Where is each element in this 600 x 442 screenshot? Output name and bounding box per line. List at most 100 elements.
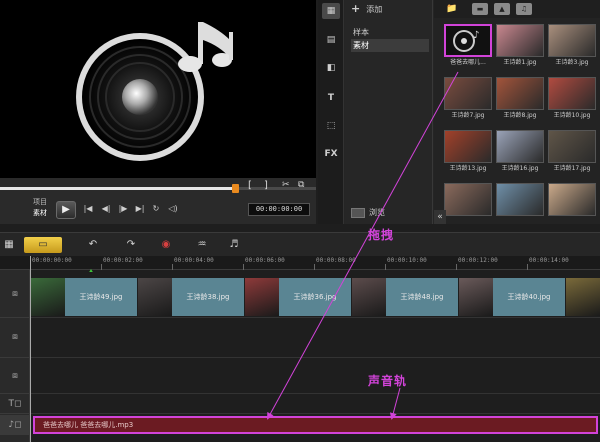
- video-clip[interactable]: 王诗龄40.jpg: [459, 278, 566, 316]
- thumbnail-caption: 王诗龄16.jpg: [501, 165, 539, 172]
- redo-icon[interactable]: ↷: [124, 237, 138, 253]
- library-photo-item[interactable]: [496, 183, 544, 216]
- library-photo-item[interactable]: 王诗龄3.jpg: [548, 24, 596, 67]
- ruler-tick-label: 00:00:10:00: [387, 257, 427, 264]
- folder-item-sample[interactable]: 样本: [351, 26, 429, 39]
- next-frame-icon[interactable]: |▶: [117, 203, 129, 215]
- ruler-tick: [385, 264, 386, 270]
- video-clip-thumbnail: [459, 278, 493, 316]
- library-photo-item[interactable]: 王诗龄16.jpg: [496, 130, 544, 173]
- library-photo-item[interactable]: 王诗龄17.jpg: [548, 130, 596, 173]
- timeline-ruler[interactable]: 00:00:00:00 00:00:02:00 00:00:04:00 00:00:0…: [0, 256, 600, 270]
- browse-button[interactable]: 浏览: [351, 206, 385, 220]
- overlay-track-icon-2: ⧈: [12, 371, 18, 381]
- sound-mixer-icon[interactable]: ♒: [194, 237, 210, 253]
- ruler-tick-label: 00:00:08:00: [316, 257, 356, 264]
- thumbnail-caption: 王诗龄17.jpg: [553, 165, 591, 172]
- overlay-track-header-2[interactable]: ⧈: [0, 358, 30, 394]
- video-clip[interactable]: 王诗龄49.jpg: [31, 278, 138, 316]
- overlay-track-header[interactable]: ⧈: [0, 318, 30, 358]
- playhead[interactable]: [30, 256, 31, 442]
- ruler-tick: [172, 264, 173, 270]
- collapse-library-button[interactable]: «: [434, 210, 446, 224]
- video-clip-thumbnail: [352, 278, 386, 316]
- repeat-icon[interactable]: ↻: [150, 203, 162, 215]
- browse-icon: [351, 207, 365, 218]
- instant-project-icon[interactable]: ▤: [322, 32, 340, 48]
- library-music-item[interactable]: ♪ 爸爸去哪儿...: [444, 24, 492, 67]
- preview-seekbar[interactable]: [0, 183, 316, 193]
- title-track-header[interactable]: T◻: [0, 394, 30, 414]
- music-track-icon: ♪◻: [8, 420, 22, 430]
- ruler-tick-label: 00:00:00:00: [32, 257, 72, 264]
- enlarge-icon[interactable]: ⧉: [298, 180, 304, 190]
- folder-item-clips[interactable]: 素材: [351, 39, 429, 52]
- library-photo-item[interactable]: 王诗龄10.jpg: [548, 77, 596, 120]
- overlay-track-2[interactable]: [31, 358, 600, 394]
- home-icon[interactable]: |◀: [82, 203, 94, 215]
- video-clip-thumbnail: [31, 278, 65, 316]
- video-clip[interactable]: 王诗龄36.jpg: [245, 278, 352, 316]
- ruler-tick: [314, 264, 315, 270]
- transition-icon[interactable]: ◧: [322, 60, 340, 76]
- overlay-track[interactable]: [31, 318, 600, 358]
- media-tool-icon[interactable]: ▦: [322, 3, 340, 19]
- library-photo-item[interactable]: [444, 183, 492, 216]
- library-photo-item[interactable]: 王诗龄8.jpg: [496, 77, 544, 120]
- undo-icon[interactable]: ↶: [86, 237, 100, 253]
- video-track-header[interactable]: ⧈: [0, 270, 30, 318]
- mode-project[interactable]: 项目: [33, 197, 47, 207]
- thumbnail-caption: 王诗龄13.jpg: [449, 165, 487, 172]
- music-disc-icon: [76, 22, 233, 161]
- record-icon[interactable]: ◉: [158, 237, 174, 253]
- library-photo-item[interactable]: 王诗龄7.jpg: [444, 77, 492, 120]
- music-note-icon: [178, 22, 233, 72]
- storyboard-view-icon[interactable]: ▦: [2, 237, 16, 253]
- volume-icon[interactable]: ◁): [167, 203, 179, 215]
- timecode-display[interactable]: 00:00:00:00: [248, 203, 310, 216]
- mark-in-button[interactable]: [: [248, 180, 252, 191]
- ruler-tick: [101, 264, 102, 270]
- timeline-view-button[interactable]: ▭: [24, 237, 62, 253]
- add-folder-button[interactable]: + 添加: [351, 3, 382, 15]
- video-filter-icon[interactable]: ▬: [472, 3, 488, 15]
- video-clip-label: 王诗龄48.jpg: [386, 278, 458, 316]
- preview-controls: 项目 素材 ▶ |◀ ◀| |▶ ▶| ↻ ◁) 00:00:00:00: [0, 195, 316, 223]
- music-track-header[interactable]: ♪◻: [0, 415, 30, 435]
- video-track-icon: ⧈: [12, 289, 18, 299]
- folder-icon[interactable]: 📁: [444, 3, 460, 15]
- play-button[interactable]: ▶: [56, 201, 76, 219]
- library-toolbar: ▦ ▤ ◧ T ⬚ FX: [318, 0, 344, 224]
- timeline-toolbar: ▦ ▭ ↶ ↷ ◉ ♒ ♬: [0, 232, 600, 256]
- add-folder-label: 添加: [366, 5, 383, 14]
- thumbnail-image: [444, 77, 492, 110]
- mark-out-button[interactable]: ]: [264, 180, 268, 191]
- audio-clip[interactable]: 爸爸去哪儿 爸爸去哪儿.mp3: [33, 416, 598, 434]
- video-clip-thumbnail: [138, 278, 172, 316]
- graphics-tool-icon[interactable]: ⬚: [322, 118, 340, 134]
- audio-filter-icon[interactable]: ♫: [516, 3, 532, 15]
- video-clip[interactable]: 王诗龄38.jpg: [138, 278, 245, 316]
- filter-tool-icon[interactable]: FX: [322, 146, 340, 162]
- library-photo-item[interactable]: 王诗龄1.jpg: [496, 24, 544, 67]
- library-photo-item[interactable]: 王诗龄13.jpg: [444, 130, 492, 173]
- title-track[interactable]: [31, 394, 600, 414]
- seek-handle[interactable]: [232, 184, 239, 193]
- library-photo-item[interactable]: [548, 183, 596, 216]
- title-tool-icon[interactable]: T: [322, 90, 340, 106]
- auto-music-icon[interactable]: ♬: [226, 237, 242, 253]
- cut-icon[interactable]: ✂: [282, 180, 290, 190]
- ruler-tick-label: 00:00:04:00: [174, 257, 214, 264]
- preview-screen: [0, 0, 316, 178]
- end-icon[interactable]: ▶|: [134, 203, 146, 215]
- photo-filter-icon[interactable]: ▲: [494, 3, 510, 15]
- library-folder-list: + 添加 样本 素材 浏览: [345, 0, 433, 224]
- ruler-tick: [243, 264, 244, 270]
- seek-progress: [0, 187, 236, 190]
- thumbnail-image: [548, 130, 596, 163]
- previous-frame-icon[interactable]: ◀|: [100, 203, 112, 215]
- music-track[interactable]: 爸爸去哪儿 爸爸去哪儿.mp3: [31, 415, 600, 435]
- media-filter-tabs: 📁 ▬ ▲ ♫: [434, 0, 600, 18]
- mode-clip[interactable]: 素材: [33, 208, 47, 218]
- video-clip[interactable]: 王诗龄48.jpg: [352, 278, 459, 316]
